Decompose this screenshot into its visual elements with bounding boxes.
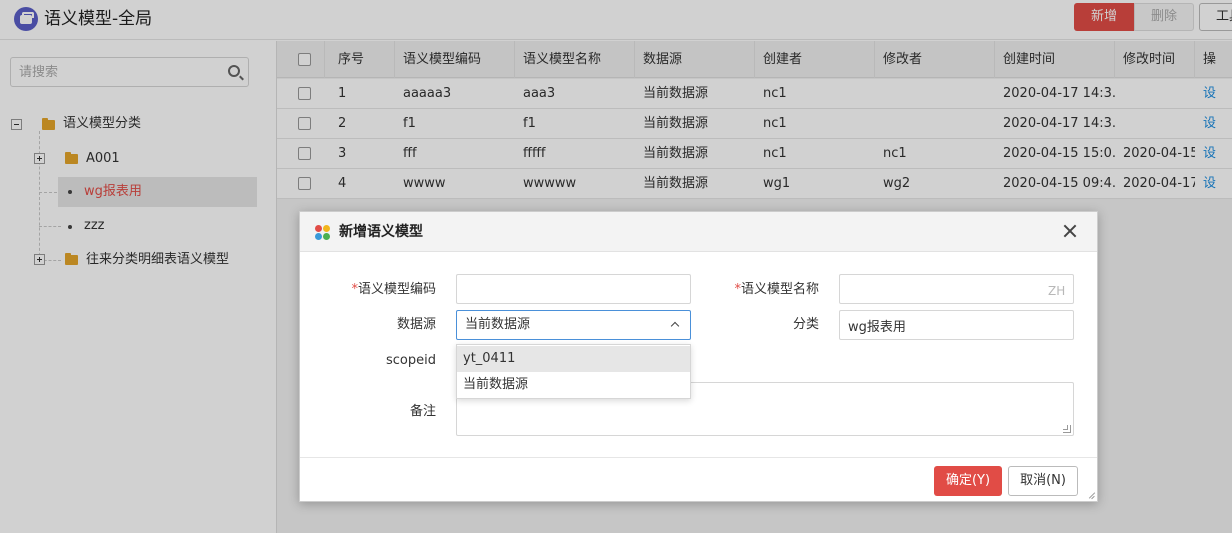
name-label: *语义模型名称 <box>734 282 819 297</box>
dialog-header: 新增语义模型 <box>300 212 1097 252</box>
dialog-logo-icon <box>315 225 331 241</box>
name-input[interactable] <box>839 274 1074 304</box>
confirm-button[interactable]: 确定(Y) <box>934 466 1002 496</box>
source-select[interactable]: 当前数据源 <box>456 310 691 340</box>
source-label: 数据源 <box>396 317 436 332</box>
code-label: *语义模型编码 <box>351 282 436 297</box>
new-model-dialog: 新增语义模型 *语义模型编码 *语义模型名称 ZH 数据源 当前数据源 分类 s… <box>299 211 1098 502</box>
dropdown-option[interactable]: yt_0411 <box>457 346 690 372</box>
dialog-title: 新增语义模型 <box>339 224 423 240</box>
chevron-up-icon[interactable] <box>670 321 680 331</box>
source-dropdown-list: yt_0411 当前数据源 <box>456 344 691 399</box>
scope-label: scopeid <box>386 353 436 368</box>
dialog-resize-grip-icon[interactable] <box>1086 491 1096 501</box>
category-input[interactable] <box>839 310 1074 340</box>
resize-grip-icon[interactable] <box>1063 425 1071 433</box>
dropdown-option[interactable]: 当前数据源 <box>457 372 690 398</box>
category-label: 分类 <box>792 317 819 332</box>
source-select-value: 当前数据源 <box>465 317 531 332</box>
close-icon[interactable] <box>1062 223 1078 239</box>
lang-tag[interactable]: ZH <box>1048 284 1065 298</box>
remark-label: 备注 <box>409 404 436 419</box>
dialog-footer: 确定(Y) 取消(N) <box>300 457 1097 501</box>
cancel-button[interactable]: 取消(N) <box>1008 466 1078 496</box>
code-input[interactable] <box>456 274 691 304</box>
